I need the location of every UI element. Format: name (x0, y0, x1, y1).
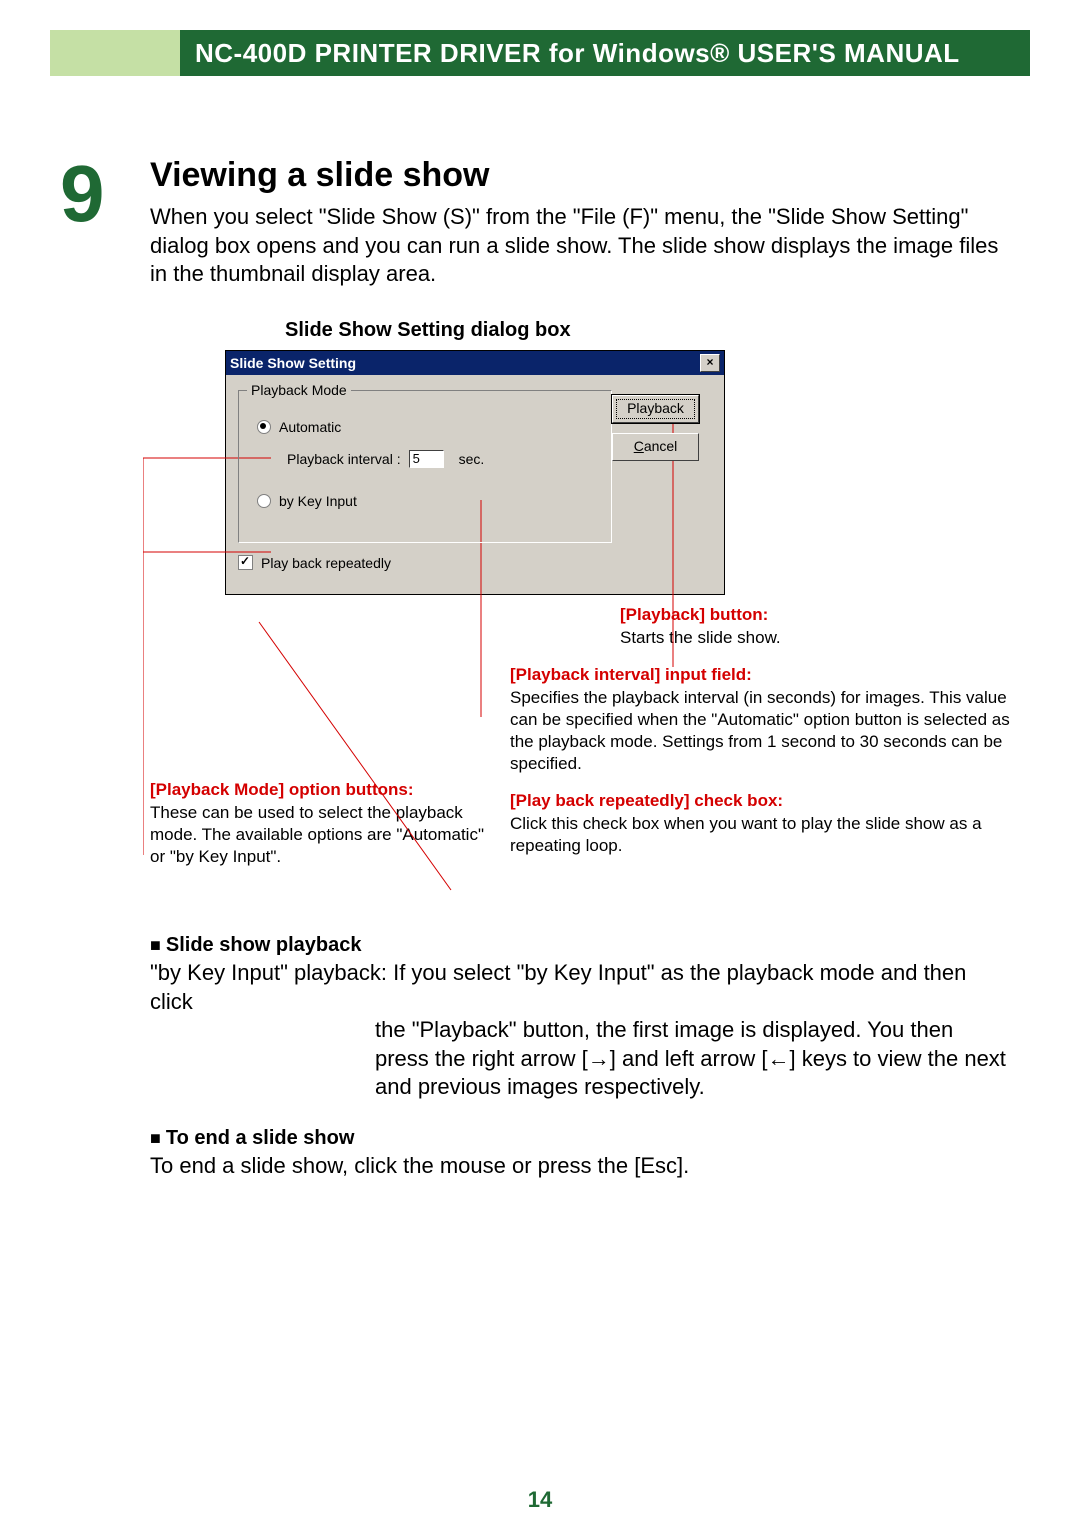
intro-paragraph: When you select "Slide Show (S)" from th… (150, 203, 1010, 289)
bullet-playback-title: Slide show playback (150, 934, 1010, 957)
interval-label: Playback interval : (287, 451, 401, 467)
dialog-figure: Slide Show Setting × Playback Mode Autom… (225, 350, 1010, 595)
radio-keyinput[interactable] (257, 494, 271, 508)
radio-automatic[interactable] (257, 420, 271, 434)
bullet-playback-line1: "by Key Input" playback: If you select "… (150, 960, 966, 1014)
header-title: NC-400D PRINTER DRIVER for Windows® USER… (180, 30, 1030, 76)
annot-repeat-title: [Play back repeatedly] check box: (510, 791, 1010, 811)
annot-mode-body: These can be used to select the playback… (150, 802, 490, 868)
slide-show-dialog: Slide Show Setting × Playback Mode Autom… (225, 350, 725, 595)
annot-playback-body: Starts the slide show. (620, 627, 1010, 649)
radio-keyinput-label: by Key Input (279, 493, 357, 509)
interval-unit: sec. (459, 451, 485, 467)
header-accent (50, 30, 180, 76)
annot-mode-title: [Playback Mode] option buttons: (150, 780, 490, 800)
dialog-titlebar: Slide Show Setting × (226, 351, 724, 375)
annot-playback-title: [Playback] button: (620, 605, 1010, 625)
close-icon[interactable]: × (700, 354, 720, 372)
interval-input[interactable] (409, 450, 444, 468)
annot-repeat-body: Click this check box when you want to pl… (510, 813, 1010, 857)
playback-mode-group: Playback Mode Automatic Playback interva… (238, 390, 612, 543)
group-legend: Playback Mode (247, 382, 351, 398)
cancel-rest: ancel (644, 438, 677, 454)
dialog-caption: Slide Show Setting dialog box (285, 319, 1010, 342)
chapter-number: 9 (50, 156, 150, 224)
radio-automatic-label: Automatic (279, 419, 341, 435)
page-number: 14 (0, 1487, 1080, 1513)
bullet-playback-rest: the "Playback" button, the first image i… (150, 1016, 1010, 1102)
cancel-underline: C (634, 438, 644, 454)
bullet-end-title: To end a slide show (150, 1127, 1010, 1150)
repeat-label: Play back repeatedly (261, 555, 391, 571)
document-header: NC-400D PRINTER DRIVER for Windows® USER… (50, 30, 1030, 76)
section-title: Viewing a slide show (150, 156, 1010, 195)
bullet-playback-body: "by Key Input" playback: If you select "… (150, 959, 1010, 1102)
cancel-button[interactable]: Cancel (612, 433, 699, 461)
dialog-title-text: Slide Show Setting (230, 355, 356, 371)
playback-button[interactable]: Playback (612, 395, 699, 423)
annot-interval-body: Specifies the playback interval (in seco… (510, 687, 1010, 775)
bullet-end-body: To end a slide show, click the mouse or … (150, 1152, 1010, 1181)
annot-interval-title: [Playback interval] input field: (510, 665, 1010, 685)
repeat-checkbox[interactable] (238, 555, 253, 570)
